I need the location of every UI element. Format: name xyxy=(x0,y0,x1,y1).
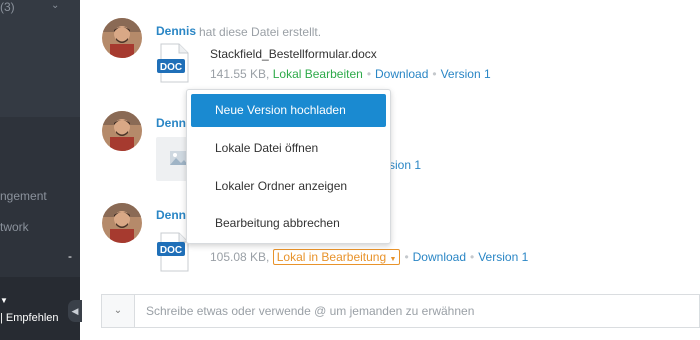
download-link[interactable]: Download xyxy=(413,250,466,264)
avatar[interactable] xyxy=(102,203,142,243)
svg-text:DOC: DOC xyxy=(160,245,182,256)
author-name[interactable]: Dennis xyxy=(156,208,186,222)
download-link[interactable]: Download xyxy=(375,67,428,81)
upload-new-version-item[interactable]: Neue Version hochladen xyxy=(191,94,386,127)
chevron-down-icon[interactable]: ⌄ xyxy=(102,295,135,327)
doc-file-icon[interactable]: DOC xyxy=(157,232,189,272)
file-info: 105.08 KB, Lokal in Bearbeitung ▼ • Downlo… xyxy=(210,249,528,265)
avatar[interactable] xyxy=(102,18,142,58)
sidebar-count: (3) xyxy=(0,0,15,14)
file-info: 141.55 KB, Lokal Bearbeiten • Download • Ver… xyxy=(210,67,491,81)
svg-text:DOC: DOC xyxy=(160,62,182,73)
file-name-partial[interactable]: ... xyxy=(391,236,411,244)
recommend-link[interactable]: | Empfehlen xyxy=(0,312,59,324)
show-local-folder-item[interactable]: Lokaler Ordner anzeigen xyxy=(191,170,386,203)
version-link[interactable]: Version 1 xyxy=(441,67,491,81)
editing-locally-badge[interactable]: Lokal in Bearbeitung ▼ xyxy=(272,249,401,265)
sidebar-item-network[interactable]: twork xyxy=(0,220,29,234)
edit-locally-link[interactable]: Lokal Bearbeiten xyxy=(273,67,363,81)
open-local-file-item[interactable]: Lokale Datei öffnen xyxy=(191,132,386,165)
separator-dot: • xyxy=(366,67,372,81)
sidebar-item-management[interactable]: ngement xyxy=(0,189,47,203)
avatar[interactable] xyxy=(102,111,142,151)
comment-bar: ⌄ xyxy=(101,294,700,328)
cancel-editing-item[interactable]: Bearbeitung abbrechen xyxy=(191,207,386,240)
separator-dot: • xyxy=(432,67,437,81)
chevron-down-icon[interactable]: ⌄ xyxy=(51,0,59,11)
file-size: 141.55 KB, xyxy=(210,67,270,81)
file-actions-dropdown: Neue Version hochladen Lokale Datei öffn… xyxy=(186,89,391,244)
version-link[interactable]: Version 1 xyxy=(478,250,528,264)
caret-down-icon: ▼ xyxy=(389,256,397,263)
file-name[interactable]: Stackfield_Bestellformular.docx xyxy=(210,47,377,61)
doc-file-icon[interactable]: DOC xyxy=(157,43,189,83)
file-size: 105.08 KB, xyxy=(210,250,270,264)
comment-input[interactable] xyxy=(146,295,686,327)
activity-text: hat diese Datei erstellt. xyxy=(199,25,322,39)
sidebar-top-section xyxy=(0,0,80,117)
sidebar-dash[interactable]: - xyxy=(68,249,72,263)
caret-down-icon: ▼ xyxy=(0,296,8,305)
separator-dot: • xyxy=(404,250,409,264)
author-name[interactable]: Dennis xyxy=(156,24,196,38)
author-name[interactable]: Dennis xyxy=(156,116,186,130)
separator-dot: • xyxy=(470,250,475,264)
sidebar: (3) ⌄ ngement twork - ▼ | Empfehlen ◀ xyxy=(0,0,82,340)
